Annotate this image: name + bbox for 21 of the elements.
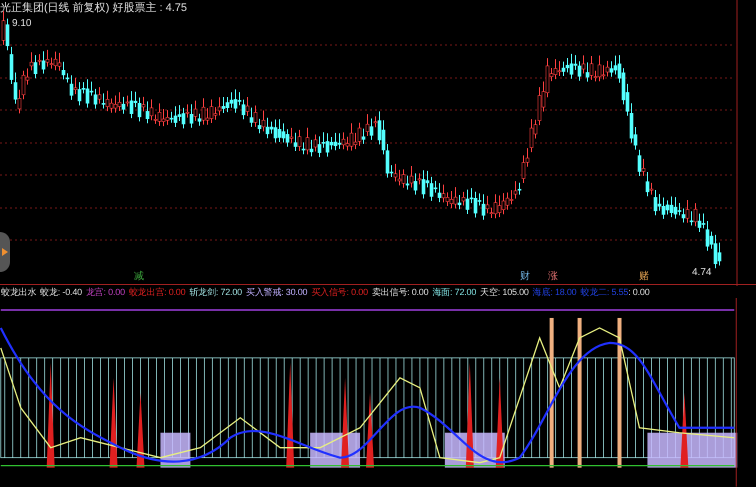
legend-entry: 海底: 18.00 bbox=[532, 288, 576, 297]
legend-entry: 卖出信号: 0.00 bbox=[372, 288, 428, 297]
legend-entry: 蛟龙二: 5.55 bbox=[580, 288, 628, 297]
legend-entry: : 0.00 bbox=[628, 288, 650, 297]
chart-title: 光正集团(日线 前复权) 好股票主 : 4.75 bbox=[0, 0, 188, 16]
high-price-label: 9.10 bbox=[12, 17, 32, 31]
signal-marker: 涨 bbox=[547, 272, 559, 282]
legend-entry: 蛟龙出宫: 0.00 bbox=[128, 288, 186, 297]
legend-entry: 龙宫: 0.00 bbox=[86, 288, 125, 297]
legend-entry: 海面: 72.00 bbox=[432, 288, 476, 297]
legend-entry: 斩龙剑: 72.00 bbox=[189, 288, 242, 297]
triangle-right-icon bbox=[2, 248, 8, 256]
legend-entry: 天空: 105.00 bbox=[480, 288, 529, 297]
indicator-name: 蛟龙出水 bbox=[1, 288, 36, 297]
legend-entry: 买入信号: 0.00 bbox=[311, 288, 368, 297]
low-price-label: 4.74 bbox=[692, 266, 712, 280]
signal-marker: 赌 bbox=[638, 272, 650, 282]
legend-entry: 买入警戒: 30.00 bbox=[246, 288, 308, 297]
signal-marker: 财 bbox=[519, 272, 531, 282]
legend-entry: 蛟龙: -0.40 bbox=[40, 288, 82, 297]
signal-marker: 减 bbox=[133, 272, 145, 282]
